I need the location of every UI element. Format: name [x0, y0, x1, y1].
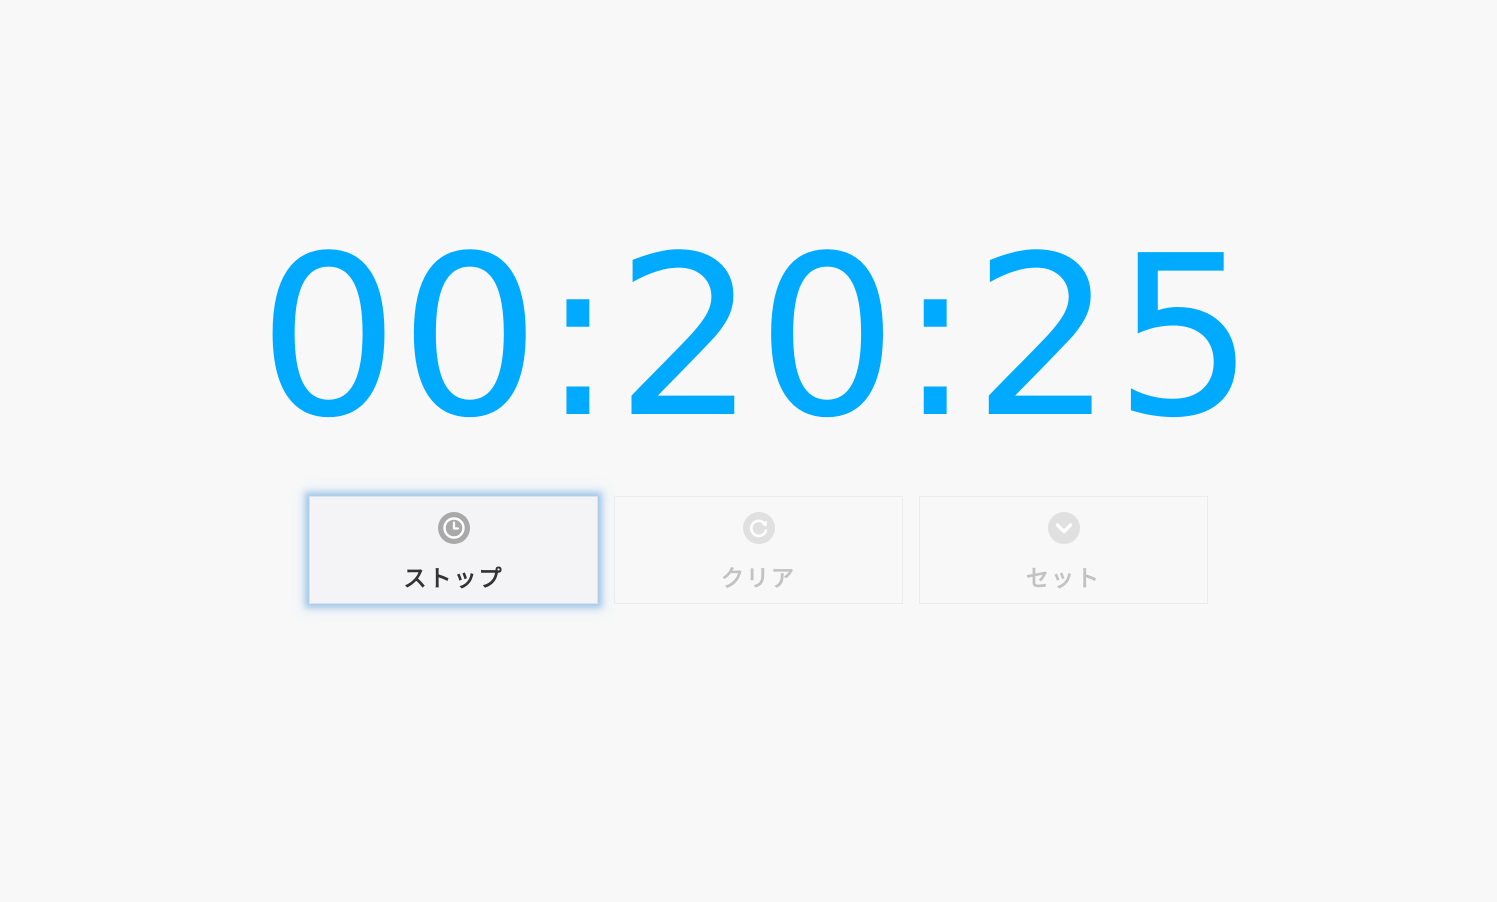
stop-button-label: ストップ	[403, 566, 504, 592]
clear-button-label: クリア	[721, 566, 796, 592]
chevron-down-icon	[1047, 511, 1081, 545]
refresh-icon	[742, 511, 776, 545]
set-button-label: セット	[1026, 566, 1101, 592]
stop-button[interactable]: ストップ	[309, 496, 598, 604]
time-display: 00:20:25	[257, 209, 1256, 467]
button-row: ストップ クリア セット	[309, 496, 1209, 606]
timer-app: 00:20:25 ストップ クリア セット	[0, 0, 1497, 902]
clock-icon	[437, 511, 471, 545]
set-button[interactable]: セット	[919, 496, 1208, 604]
clear-button[interactable]: クリア	[614, 496, 903, 604]
